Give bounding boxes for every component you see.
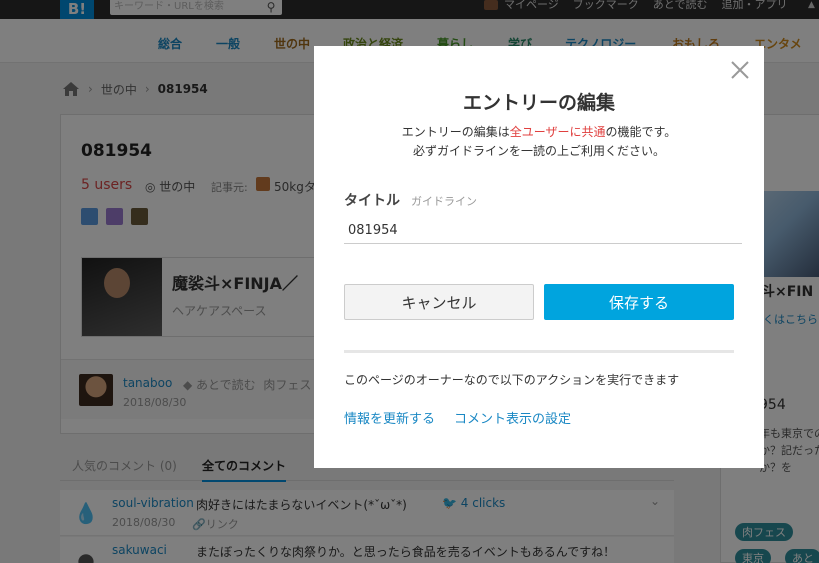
divider [344, 350, 734, 353]
modal-title: エントリーの編集 [462, 92, 615, 114]
comment-display-settings-link[interactable]: コメント表示の設定 [454, 408, 571, 427]
update-info-link[interactable]: 情報を更新する [344, 408, 435, 427]
modal-description: エントリーの編集は全ユーザーに共通の機能です。 必ずガイドラインを一読の上ご利用… [314, 123, 764, 161]
title-input[interactable] [344, 218, 742, 244]
save-button[interactable]: 保存する [544, 284, 734, 320]
owner-note: このページのオーナーなので以下のアクションを実行できます [344, 373, 680, 387]
edit-entry-modal: エントリーの編集 エントリーの編集は全ユーザーに共通の機能です。 必ずガイドライ… [314, 46, 764, 468]
title-field-label: タイトル [344, 193, 400, 209]
desc-text: の機能です。 [605, 125, 677, 139]
modal-description-line1: エントリーの編集は全ユーザーに共通の機能です。 [314, 123, 764, 142]
guideline-link[interactable]: ガイドライン [411, 193, 477, 209]
desc-emphasis: 全ユーザーに共通 [509, 125, 606, 139]
desc-text: エントリーの編集は [401, 125, 510, 139]
modal-description-line2: 必ずガイドラインを一読の上ご利用ください。 [412, 144, 665, 158]
cancel-button[interactable]: キャンセル [344, 284, 534, 320]
close-icon[interactable] [728, 58, 752, 82]
